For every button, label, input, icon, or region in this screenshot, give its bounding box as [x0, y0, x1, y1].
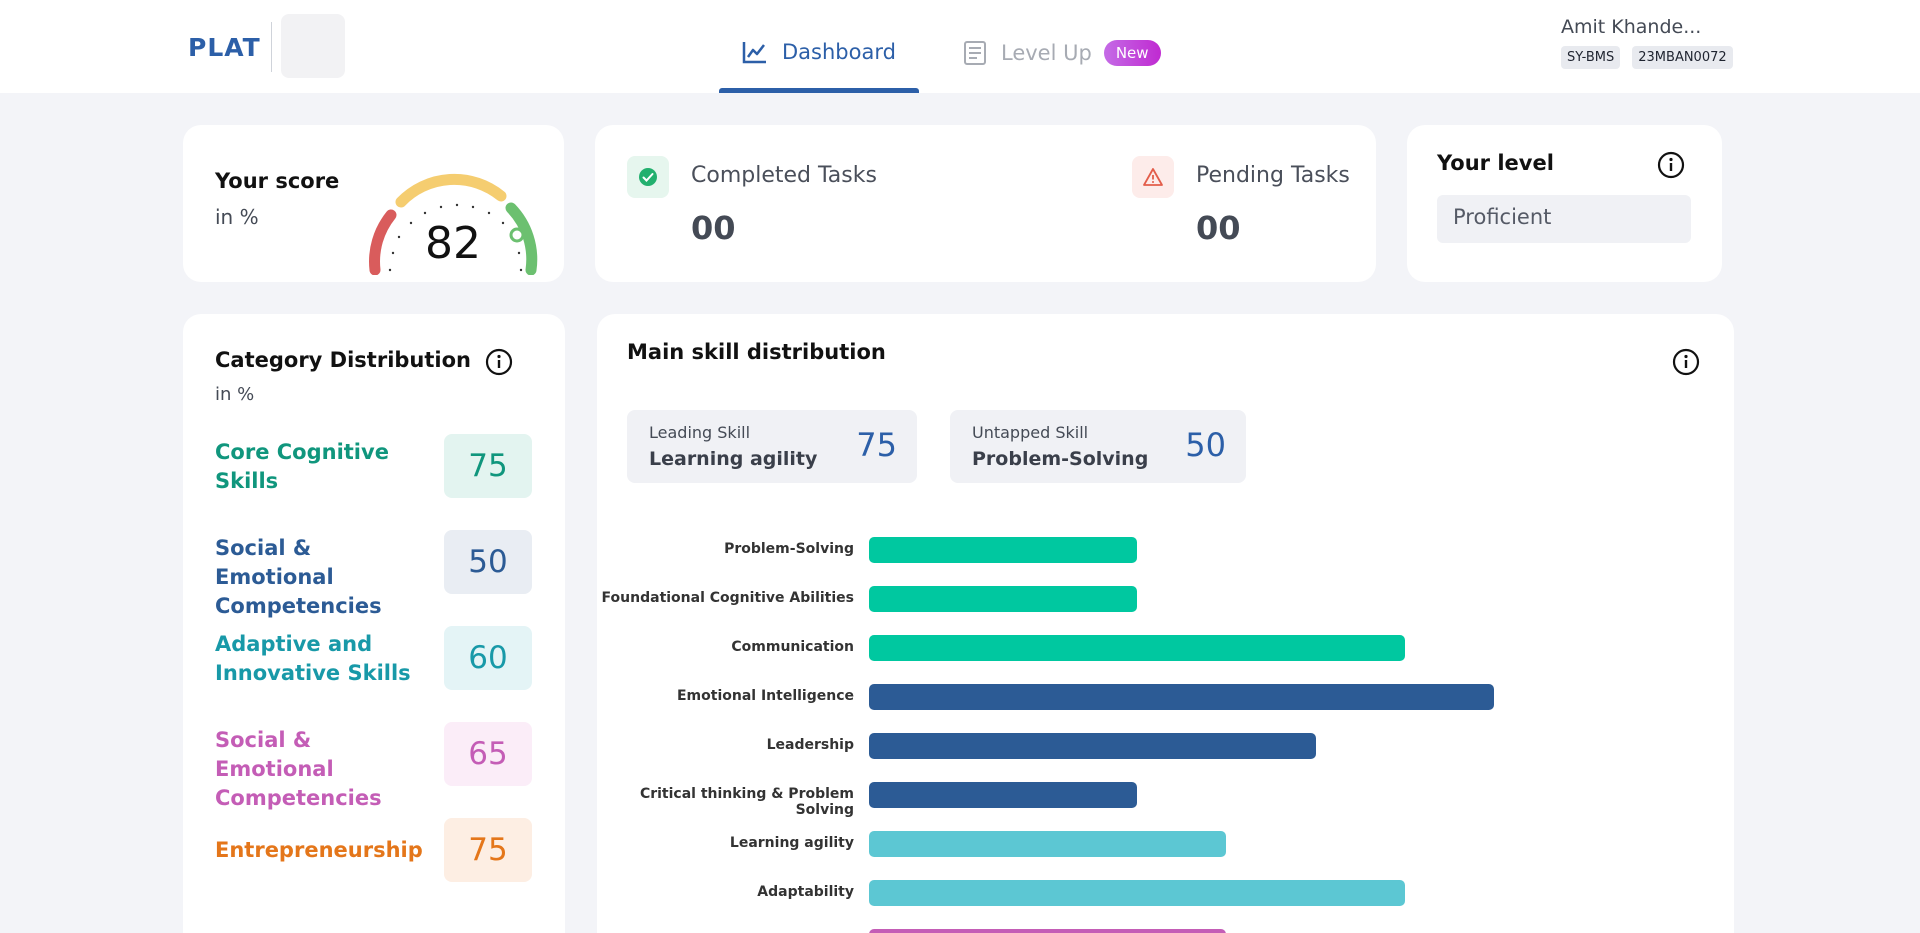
untapped-skill-box: Untapped Skill Problem-Solving 50	[950, 410, 1246, 483]
skill-bar[interactable]	[869, 831, 1227, 857]
warning-icon	[1143, 168, 1163, 186]
category-distribution-card: Category Distribution in % Core Cognitiv…	[183, 314, 565, 933]
skill-bar[interactable]	[869, 733, 1316, 759]
category-item-value: 50	[444, 530, 532, 594]
bar-label: Emotional Intelligence	[676, 688, 854, 704]
bar-label: Adaptability	[757, 884, 854, 900]
completed-tasks-label: Completed Tasks	[691, 163, 877, 188]
score-card: Your score in % 82	[183, 125, 564, 282]
tab-level-up-label: Level Up	[1001, 41, 1092, 65]
check-circle-icon	[639, 168, 657, 186]
leading-skill-name: Learning agility	[649, 448, 818, 470]
score-unit: in %	[215, 205, 259, 229]
user-tags: SY-BMS 23MBAN0072	[1561, 46, 1733, 69]
pending-tasks-value: 00	[1196, 209, 1241, 247]
user-id-tag: 23MBAN0072	[1632, 46, 1733, 69]
bar-label: Leadership	[766, 737, 854, 753]
pending-tasks-label: Pending Tasks	[1196, 163, 1350, 188]
score-value: 82	[425, 218, 481, 269]
leading-skill-value: 75	[856, 426, 897, 464]
untapped-skill-value: 50	[1185, 426, 1226, 464]
category-item-value: 65	[444, 722, 532, 786]
top-header: PLAT Dashboard Level Up New Amit Khande.…	[0, 0, 1920, 93]
untapped-skill-name: Problem-Solving	[972, 448, 1149, 470]
pending-tasks-icon-box	[1132, 156, 1174, 198]
category-unit: in %	[215, 384, 255, 405]
skill-bar[interactable]	[869, 880, 1405, 906]
bar-label: Problem-Solving	[724, 541, 854, 557]
bar-label: Critical thinking & Problem Solving	[639, 786, 854, 818]
institution-logo-placeholder	[281, 14, 345, 78]
skill-info-icon[interactable]	[1672, 348, 1700, 376]
tab-dashboard-label: Dashboard	[782, 40, 896, 64]
category-item-label: Social & Emotional Competencies	[215, 728, 382, 810]
logo-divider	[271, 22, 272, 72]
chart-line-icon	[742, 42, 766, 64]
category-item-label: Core Cognitive Skills	[215, 440, 389, 493]
user-name[interactable]: Amit Khande...	[1561, 16, 1701, 38]
document-icon	[964, 41, 986, 65]
completed-tasks-icon-box	[627, 156, 669, 198]
category-item-label: Social & Emotional Competencies	[215, 536, 382, 618]
bar-label: Communication	[731, 639, 854, 655]
leading-skill-box: Leading Skill Learning agility 75	[627, 410, 917, 483]
category-item-value: 60	[444, 626, 532, 690]
tab-dashboard[interactable]: Dashboard	[742, 40, 896, 64]
category-info-icon[interactable]	[485, 348, 513, 376]
tasks-card: Completed Tasks 00 Pending Tasks 00	[595, 125, 1376, 282]
skill-bar[interactable]	[869, 635, 1405, 661]
category-item-label: Entrepreneurship	[215, 838, 423, 862]
category-item-value: 75	[444, 818, 532, 882]
level-value: Proficient	[1437, 195, 1691, 243]
skill-bar[interactable]	[869, 929, 1227, 933]
untapped-skill-label: Untapped Skill	[972, 423, 1089, 442]
category-title: Category Distribution	[215, 348, 471, 372]
skill-title: Main skill distribution	[627, 340, 886, 364]
user-program-tag: SY-BMS	[1561, 46, 1621, 69]
category-item-label: Adaptive and Innovative Skills	[215, 632, 411, 685]
skill-bar[interactable]	[869, 782, 1137, 808]
tab-level-up[interactable]: Level Up New	[963, 40, 1161, 66]
skill-distribution-card: Main skill distribution Leading Skill Le…	[597, 314, 1734, 933]
category-item-value: 75	[444, 434, 532, 498]
score-gauge: 82	[369, 173, 538, 275]
bar-label: Learning agility	[729, 835, 854, 851]
brand-logo[interactable]: PLAT	[188, 33, 261, 62]
score-title: Your score	[215, 169, 340, 193]
level-card: Your level Proficient	[1407, 125, 1722, 282]
leading-skill-label: Leading Skill	[649, 423, 751, 442]
completed-tasks-value: 00	[691, 209, 736, 247]
level-title: Your level	[1437, 151, 1554, 175]
bar-label: Foundational Cognitive Abilities	[601, 590, 854, 606]
skill-bar[interactable]	[869, 586, 1137, 612]
active-tab-indicator	[719, 88, 919, 93]
skill-bar[interactable]	[869, 684, 1495, 710]
skill-bar[interactable]	[869, 537, 1137, 563]
new-badge: New	[1103, 40, 1161, 66]
level-info-icon[interactable]	[1657, 151, 1685, 179]
